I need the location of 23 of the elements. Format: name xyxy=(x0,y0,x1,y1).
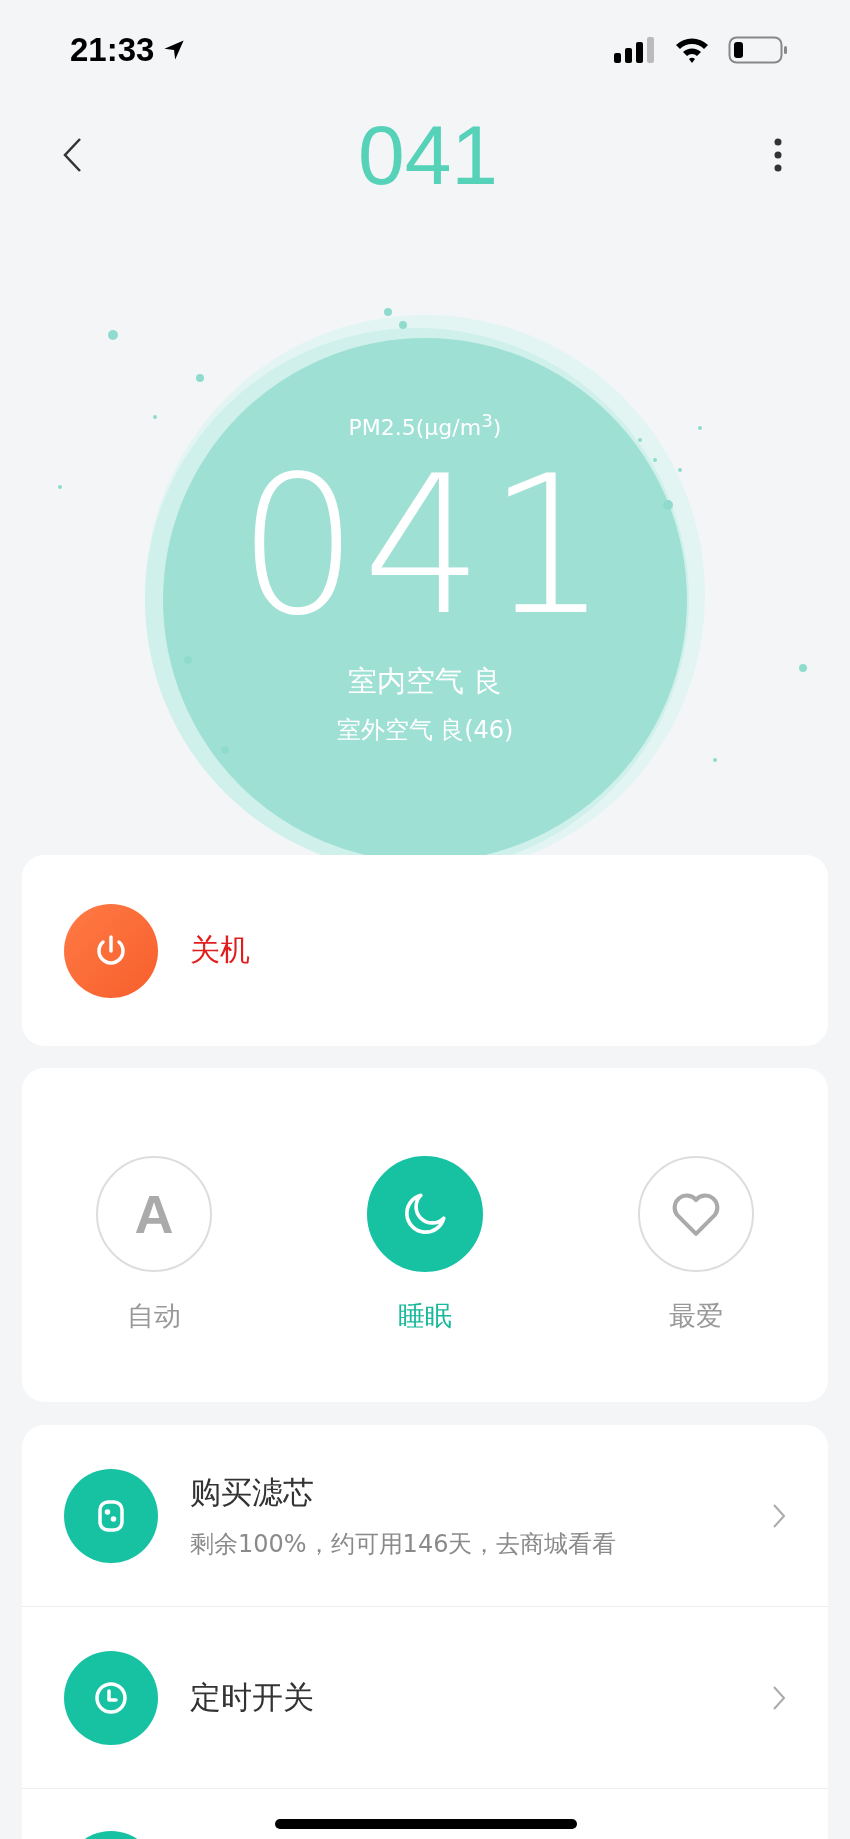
pm-value: 041 xyxy=(237,452,613,643)
outdoor-air-text: 室外空气 良(46) xyxy=(336,715,514,747)
mode-label: 睡眠 xyxy=(398,1299,452,1333)
menu-title: 购买滤芯 xyxy=(190,1472,315,1512)
back-icon[interactable] xyxy=(62,137,82,173)
battery-icon xyxy=(728,36,788,64)
mode-label: 最爱 xyxy=(669,1299,723,1333)
menu-row[interactable]: 定时开关 xyxy=(22,1607,828,1789)
mode-label: 自动 xyxy=(127,1299,181,1333)
chevron-icon xyxy=(772,1684,786,1711)
menu-title: 定时开关 xyxy=(190,1677,315,1717)
pm-label: PM2.5(µg/m$^{3}$) xyxy=(348,410,502,441)
chevron-icon xyxy=(772,1502,786,1529)
signal-icon xyxy=(614,37,656,63)
indoor-air-text: 室内空气 良 xyxy=(347,663,503,701)
page-title: 041 xyxy=(357,113,499,197)
more-icon[interactable] xyxy=(774,138,782,172)
menu-row[interactable]: 购买滤芯 剩余100%，约可用146天，去商城看看 xyxy=(22,1425,828,1607)
menu-subtitle: 剩余100%，约可用146天，去商城看看 xyxy=(190,1528,618,1560)
power-label: 关机 xyxy=(190,931,250,969)
wifi-icon xyxy=(674,36,710,64)
location-arrow-icon xyxy=(162,38,187,62)
status-time: 21:33 xyxy=(70,31,155,69)
